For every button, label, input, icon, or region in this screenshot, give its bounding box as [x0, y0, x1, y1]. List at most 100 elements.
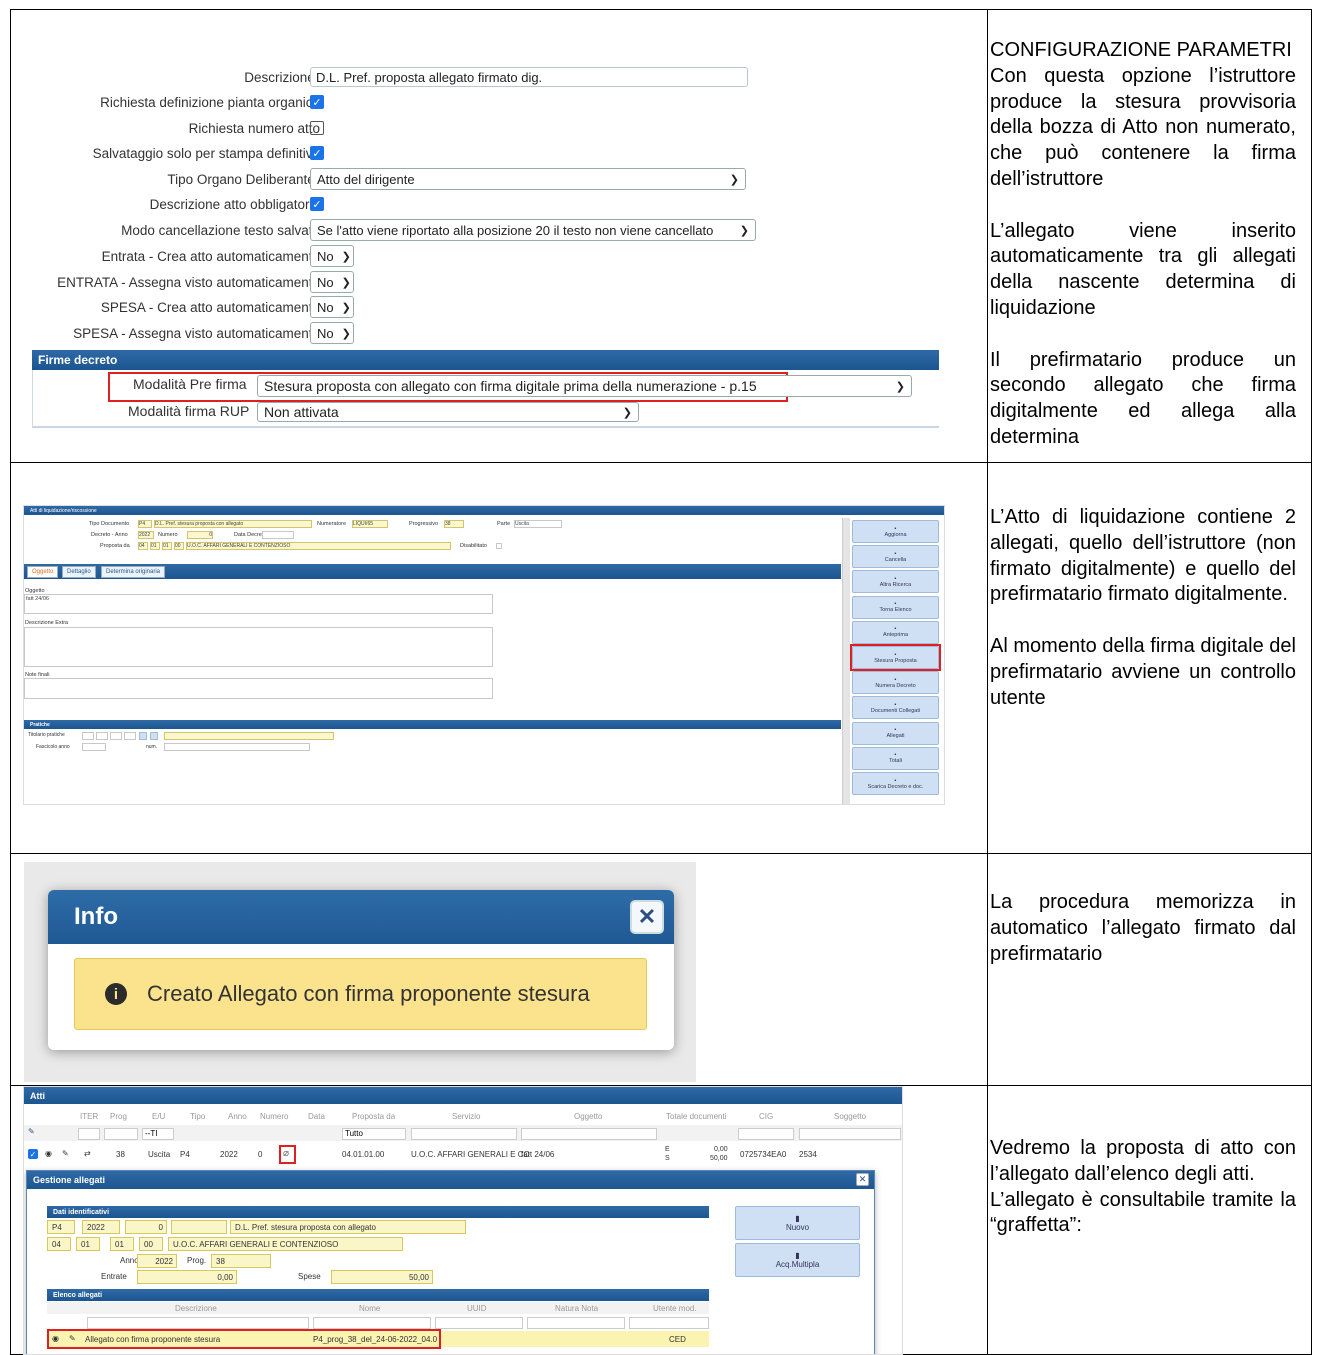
filter-natura[interactable] — [527, 1317, 625, 1329]
edit-icon[interactable] — [150, 732, 158, 740]
side-button-3[interactable]: ▪ Torna Elenco — [852, 595, 939, 619]
gest-code[interactable]: 01 — [110, 1237, 134, 1251]
descrizione-input[interactable]: D.L. Pref. proposta allegato firmato dig… — [310, 67, 748, 87]
filter-uuid[interactable] — [435, 1317, 523, 1329]
filter-descrizione[interactable] — [87, 1317, 309, 1329]
column-header[interactable]: E/U — [152, 1112, 165, 1121]
tipo-doc-field[interactable]: P4 — [138, 520, 152, 528]
eye-icon[interactable]: ◉ — [45, 1149, 52, 1158]
filter-cig[interactable] — [738, 1128, 794, 1140]
gest-anno2[interactable]: 2022 — [137, 1254, 177, 1268]
column-header[interactable]: Tipo — [190, 1112, 205, 1121]
side-button-7[interactable]: ▪ Documenti Collegati — [852, 696, 939, 720]
numero-field[interactable]: 0 — [187, 531, 213, 539]
tab-dettaglio[interactable]: Dettaglio — [62, 566, 96, 578]
entrata-visto-select[interactable]: No ❯ — [310, 271, 354, 293]
tipo-organo-select[interactable]: Atto del dirigente ❯ — [310, 168, 746, 190]
gest-spese[interactable]: 50,00 — [331, 1270, 433, 1284]
gest-entrate[interactable]: 0,00 — [137, 1270, 237, 1284]
tab-determina-originaria[interactable]: Determina originaria — [101, 566, 166, 578]
filter-nome[interactable] — [313, 1317, 431, 1329]
side-button-6[interactable]: ▪ Numera Decreto — [852, 671, 939, 695]
oggetto-textarea[interactable]: fatt 24/06 — [24, 594, 493, 614]
side-button-0[interactable]: ▪ Aggiorna — [852, 520, 939, 543]
numero-atto-checkbox[interactable] — [310, 121, 324, 135]
gest-code[interactable]: 00 — [139, 1237, 163, 1251]
filter-iter[interactable] — [78, 1128, 100, 1140]
pencil-icon[interactable]: ✎ — [62, 1149, 69, 1158]
pianta-organica-checkbox[interactable]: ✓ — [310, 95, 324, 109]
gest-code[interactable]: 01 — [76, 1237, 100, 1251]
proposta-code[interactable]: 00 — [174, 542, 184, 550]
gest-numero[interactable]: 0 — [125, 1220, 167, 1234]
gest-tipo[interactable]: P4 — [47, 1220, 75, 1234]
pre-firma-select[interactable]: Stesura proposta con allegato con firma … — [257, 375, 912, 397]
progressivo-field[interactable]: 38 — [444, 520, 464, 528]
filter-prog[interactable] — [104, 1128, 138, 1140]
proposta-code[interactable]: 01 — [162, 542, 172, 550]
splitter[interactable] — [842, 518, 850, 804]
column-header[interactable]: Prog — [110, 1112, 127, 1121]
titolario-field[interactable] — [82, 732, 94, 740]
side-button-9[interactable]: ▪ Totali — [852, 746, 939, 770]
column-header[interactable]: ITER — [80, 1112, 98, 1121]
parte-select[interactable]: Uscita — [514, 520, 562, 528]
filter-proposta-select[interactable]: Tutto — [342, 1128, 406, 1140]
gest-blank[interactable] — [171, 1220, 227, 1234]
filter-soggetto[interactable] — [799, 1128, 901, 1140]
column-header[interactable]: Data — [308, 1112, 325, 1121]
filter-servizio[interactable] — [411, 1128, 517, 1140]
proposta-code[interactable]: 04 — [138, 542, 148, 550]
fascicolo-num-field[interactable] — [164, 743, 310, 751]
filter-utente[interactable] — [629, 1317, 709, 1329]
side-button-1[interactable]: ▪ Cancella — [852, 545, 939, 569]
titolario-field[interactable] — [110, 732, 122, 740]
titolario-field[interactable] — [124, 732, 136, 740]
column-header[interactable]: Totale documenti — [666, 1112, 726, 1121]
column-header[interactable]: CIG — [759, 1112, 773, 1121]
disabilitato-checkbox[interactable] — [496, 543, 502, 549]
gest-anno[interactable]: 2022 — [82, 1220, 120, 1234]
numeratore-field[interactable]: LIQUI/65 — [352, 520, 388, 528]
titolario-desc-field[interactable] — [164, 732, 334, 740]
tab-oggetto[interactable]: Oggetto — [27, 566, 59, 578]
side-button-8[interactable]: ▪ Allegati — [852, 721, 939, 745]
paperclip-icon[interactable]: ⌀ — [283, 1148, 289, 1159]
spesa-crea-select[interactable]: No ❯ — [310, 296, 354, 318]
eye-icon[interactable]: ◉ — [52, 1334, 59, 1343]
gest-tipo-desc[interactable]: D.L. Pref. stesura proposta con allegato — [230, 1220, 466, 1234]
iter-icon[interactable]: ⇄ — [84, 1149, 91, 1158]
acq-multipla-button[interactable]: ▮ Acq.Multipla — [735, 1243, 860, 1277]
row-checkbox[interactable]: ✓ — [28, 1149, 38, 1159]
search-icon[interactable] — [139, 732, 147, 740]
column-header[interactable]: Proposta da — [352, 1112, 395, 1121]
column-header[interactable]: Numero — [260, 1112, 288, 1121]
spesa-visto-select[interactable]: No ❯ — [310, 322, 354, 344]
pencil-icon[interactable]: ✎ — [69, 1334, 76, 1343]
column-header[interactable]: Servizio — [452, 1112, 480, 1121]
side-button-4[interactable]: ▪ Anteprima — [852, 620, 939, 644]
proposta-code[interactable]: 01 — [150, 542, 160, 550]
descrizione-extra-textarea[interactable] — [24, 627, 493, 667]
gest-prog[interactable]: 38 — [211, 1254, 271, 1268]
data-decreto-field[interactable] — [262, 531, 294, 539]
column-header[interactable]: Anno — [228, 1112, 247, 1121]
modo-cancellazione-select[interactable]: Se l'atto viene riportato alla posizione… — [310, 219, 756, 241]
rup-select[interactable]: Non attivata ❯ — [257, 402, 639, 422]
descrizione-obbligatoria-checkbox[interactable]: ✓ — [310, 197, 324, 211]
close-icon[interactable]: ✕ — [630, 900, 664, 934]
entrata-crea-select[interactable]: No ❯ — [310, 245, 354, 267]
gest-ufficio[interactable]: U.O.C. AFFARI GENERALI E CONTENZIOSO — [168, 1237, 403, 1251]
column-header[interactable]: Soggetto — [834, 1112, 866, 1121]
titolario-field[interactable] — [96, 732, 108, 740]
close-icon[interactable]: ✕ — [856, 1173, 869, 1186]
filter-oggetto[interactable] — [521, 1128, 657, 1140]
gest-code[interactable]: 04 — [47, 1237, 71, 1251]
fascicolo-anno-field[interactable] — [82, 743, 106, 751]
tipo-doc-desc-field[interactable]: D.L. Pref. stesura proposta con allegato — [154, 520, 312, 528]
filter-eu-select[interactable]: --TI — [142, 1128, 174, 1140]
column-header[interactable]: Oggetto — [574, 1112, 602, 1121]
note-finali-textarea[interactable] — [24, 678, 493, 699]
anno-field[interactable]: 2022 — [138, 531, 154, 539]
salvataggio-checkbox[interactable]: ✓ — [310, 146, 324, 160]
